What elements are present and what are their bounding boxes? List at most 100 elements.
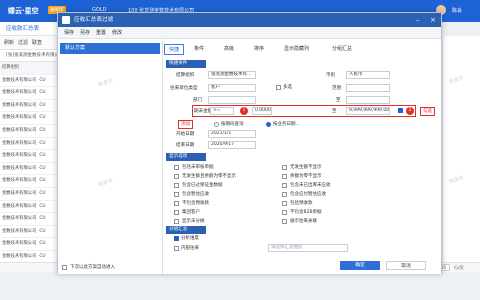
dept-to-label: 至 <box>336 98 341 103</box>
table-row[interactable]: 金数技术有限公司 CU <box>0 138 60 151</box>
row-org: 金数技术有限公司 <box>2 115 37 121</box>
watermark: 陈金全 <box>448 74 465 86</box>
row-code: CU <box>39 228 46 234</box>
option-checkbox[interactable] <box>174 183 179 188</box>
table-row[interactable]: 金数技术有限公司 CU <box>0 125 60 138</box>
radio-by-date[interactable] <box>266 122 271 127</box>
option-checkbox[interactable] <box>282 174 287 179</box>
row-code: CU <box>39 153 46 159</box>
ok-button[interactable]: 确定 <box>340 261 380 270</box>
table-row[interactable]: 金数技术有限公司 CU <box>0 226 60 239</box>
end-balance-to[interactable]: 9,999,999,999.0000 <box>346 107 390 115</box>
background-right-panel: 陈金全 陈金全 <box>442 36 480 262</box>
option-checkbox[interactable] <box>174 165 179 170</box>
settle-org-label: 结算组织 <box>176 73 195 78</box>
table-row[interactable]: 金数技术有限公司 CU <box>0 175 60 188</box>
option-label: 包含应付暂估应收 <box>290 192 326 197</box>
table-row[interactable]: 金数技术有限公司 CU <box>0 213 60 226</box>
option-label: 显示未分摊 <box>182 219 205 224</box>
option-checkbox[interactable] <box>174 174 179 179</box>
scheme-default[interactable]: 默认方案 <box>60 43 160 54</box>
option-checkbox[interactable] <box>174 219 179 224</box>
minimize-icon[interactable]: – <box>416 13 420 27</box>
option-checkbox[interactable] <box>282 165 287 170</box>
user-name[interactable]: 陈会 <box>452 7 462 14</box>
dept-to-input[interactable] <box>346 96 390 104</box>
row-org: 金数技术有限公司 <box>2 127 37 133</box>
group-dimension-input[interactable]: 请选择汇总维度 <box>268 244 348 252</box>
cancel-button[interactable]: 取消 <box>386 261 426 270</box>
table-row[interactable]: 金数技术有限公司 CU <box>0 150 60 163</box>
end-balance-to-label: 至 <box>332 109 337 114</box>
table-row[interactable]: 金数技术有限公司 CU <box>0 188 60 201</box>
option-checkbox[interactable] <box>282 210 287 215</box>
row-org: 金数技术有限公司 <box>2 190 37 196</box>
end-balance-op[interactable]: >= <box>210 107 234 115</box>
tab-columns[interactable]: 显示隐藏列 <box>284 44 309 55</box>
dept-label: 部门 <box>193 98 203 103</box>
section-display-options: 显示选项 <box>166 153 206 161</box>
toolbar-filter[interactable]: 过滤 <box>18 36 28 50</box>
radio-by-period[interactable] <box>214 122 219 127</box>
background-filter-label: [张]张溪测金数技术有限公司 <box>0 50 60 70</box>
table-row[interactable]: 金数技术有限公司 CU <box>0 238 60 251</box>
menu-reset[interactable]: 重置 <box>96 27 106 39</box>
row-code: CU <box>39 90 46 96</box>
option-checkbox[interactable] <box>282 219 287 224</box>
row-code: CU <box>39 190 46 196</box>
row-code: CU <box>39 140 46 146</box>
settle-org-input[interactable]: 张龙测金数技术有... <box>208 71 256 79</box>
end-balance-checkbox[interactable] <box>398 108 403 113</box>
tab-sort[interactable]: 排序 <box>254 44 264 55</box>
currency-input[interactable]: 人民币 <box>346 71 390 79</box>
group-by-checkbox[interactable] <box>174 236 179 241</box>
contact-to-input[interactable] <box>346 84 390 92</box>
table-row[interactable]: 金数技术有限公司 CU <box>0 87 60 100</box>
option-checkbox[interactable] <box>174 201 179 206</box>
option-checkbox[interactable] <box>282 183 287 188</box>
start-date-input[interactable]: 2021/1/1 <box>208 130 256 138</box>
row-org: 金数技术有限公司 <box>2 178 37 184</box>
option-label: 无发生额且余额为零不显示 <box>182 174 236 179</box>
open-tab-ar-summary[interactable]: 应收款汇总表 <box>0 22 60 36</box>
menu-save[interactable]: 保存 <box>64 27 74 39</box>
filter-tabs: 快捷 条件 高级 排序 显示隐藏列 分组汇总 <box>164 44 434 55</box>
menu-modify[interactable]: 修改 <box>112 27 122 39</box>
start-date-label: 开始日期 <box>176 132 195 137</box>
end-balance-from[interactable]: 0.0000 <box>252 107 272 115</box>
tab-condition[interactable]: 条件 <box>194 44 204 55</box>
toolbar-link[interactable]: 联查 <box>32 36 42 50</box>
option-label: 无发生额不显示 <box>290 165 322 170</box>
end-date-input[interactable]: 2020/9/17 <box>208 141 256 149</box>
section-quick-filter: 快捷条件 <box>166 60 206 68</box>
row-org: 金数技术有限公司 <box>2 228 37 234</box>
tab-advanced[interactable]: 高级 <box>224 44 234 55</box>
toolbar-refresh[interactable]: 刷新 <box>4 36 14 50</box>
table-row[interactable]: 金数技术有限公司 CU <box>0 163 60 176</box>
watermark: 陈金全 <box>97 77 114 89</box>
option-checkbox[interactable] <box>282 201 287 206</box>
dept-input[interactable] <box>208 96 256 104</box>
option-checkbox[interactable] <box>282 192 287 197</box>
annotation-add-note: 添加 <box>178 120 193 129</box>
tab-quick[interactable]: 快捷 <box>164 44 185 55</box>
option-label: 展示往来关联 <box>290 219 317 224</box>
table-row[interactable]: 金数技术有限公司 CU <box>0 75 60 88</box>
tab-group[interactable]: 分组汇总 <box>332 44 352 55</box>
row-org: 金数技术有限公司 <box>2 140 37 146</box>
auto-enter-label: 下次以此方案自动进入 <box>70 265 115 270</box>
table-row[interactable]: 金数技术有限公司 CU <box>0 201 60 214</box>
table-row[interactable]: 金数技术有限公司 CU <box>0 100 60 113</box>
close-icon[interactable]: × <box>430 13 436 27</box>
dialog-title: 应收汇总表过滤 <box>74 17 114 23</box>
multi-select-checkbox[interactable] <box>276 85 281 90</box>
menu-save-as[interactable]: 另存 <box>80 27 90 39</box>
annotation-badge-2: 2 <box>406 107 414 115</box>
auto-enter-checkbox[interactable] <box>62 265 67 270</box>
table-row[interactable]: 金数技术有限公司 CU <box>0 112 60 125</box>
option-checkbox[interactable] <box>174 192 179 197</box>
row-org: 金数技术有限公司 <box>2 241 37 247</box>
contact-type-select[interactable]: 客户 <box>208 84 256 92</box>
include-internal-checkbox[interactable] <box>174 246 179 251</box>
option-checkbox[interactable] <box>174 210 179 215</box>
